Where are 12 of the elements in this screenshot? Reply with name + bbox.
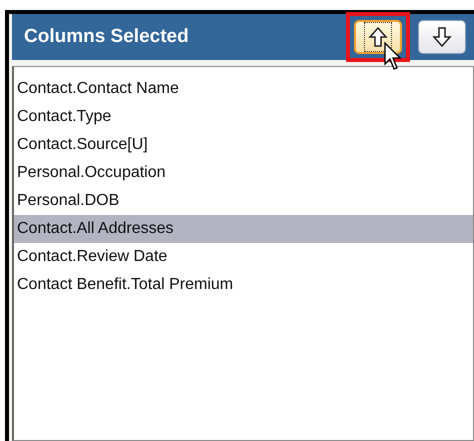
panel-title: Columns Selected xyxy=(24,26,190,48)
move-up-button[interactable] xyxy=(354,20,402,54)
column-item[interactable]: Contact.Review Date xyxy=(14,243,473,271)
column-item[interactable]: Contact.Type xyxy=(14,103,473,131)
down-arrow-icon xyxy=(432,26,452,48)
column-item[interactable]: Personal.Occupation xyxy=(14,159,473,187)
move-down-button[interactable] xyxy=(418,20,466,54)
column-item[interactable]: Contact.Contact Name xyxy=(14,75,473,103)
column-item[interactable]: Contact.Source[U] xyxy=(14,131,473,159)
column-item[interactable]: Contact.All Addresses xyxy=(14,215,473,243)
column-item[interactable]: Contact Benefit.Total Premium xyxy=(14,271,473,299)
column-item[interactable]: Personal.DOB xyxy=(14,187,473,215)
